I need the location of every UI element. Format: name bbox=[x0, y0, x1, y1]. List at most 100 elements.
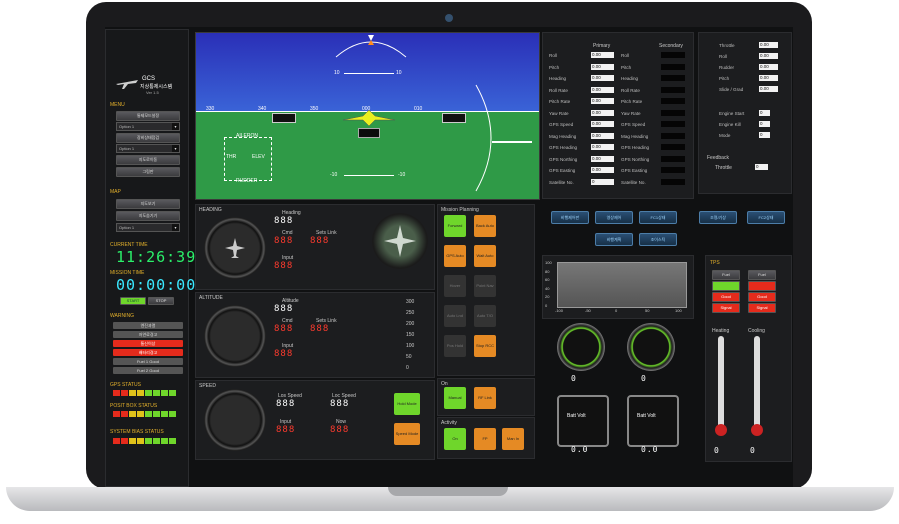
speed-gauge bbox=[204, 389, 266, 451]
row-label-secondary: GPS Heading bbox=[621, 145, 650, 150]
row-label: Pitch Rate bbox=[549, 99, 571, 104]
ctrl-value: 0.00 bbox=[759, 75, 778, 81]
ctrl-label: Throttle bbox=[719, 43, 735, 48]
engine-value: 0 bbox=[759, 110, 770, 116]
row-value: 0.00 bbox=[591, 132, 614, 139]
row-value-secondary bbox=[661, 121, 685, 127]
scale-tick: 200 bbox=[406, 321, 415, 327]
plot-y-tick: 60 bbox=[545, 277, 550, 283]
menu-btn-control-mode[interactable]: 통제모드설정 bbox=[116, 111, 180, 121]
mission-planning-title: Mission Planning bbox=[441, 207, 479, 213]
mission-planning-panel: Mission Planning Forward Back Auto GPS A… bbox=[437, 204, 535, 376]
on-btn-rf-link[interactable]: RF Link bbox=[474, 387, 496, 409]
pitch-line bbox=[344, 73, 394, 74]
mission-btn-forward[interactable]: Forward bbox=[444, 215, 466, 237]
combo-value: Option 1 bbox=[119, 146, 135, 151]
row-label: Yaw Rate bbox=[549, 110, 569, 116]
row-label-secondary: Roll bbox=[621, 53, 629, 58]
ctrl-label: Rudder bbox=[719, 65, 735, 70]
batt-value-2: 0.0 bbox=[641, 445, 659, 454]
mission-start-button[interactable]: START bbox=[120, 297, 146, 305]
rpm-gauge-1 bbox=[557, 323, 605, 371]
mission-btn-gps-auto[interactable]: GPS Auto bbox=[444, 245, 466, 267]
fc2-status-button[interactable]: FC2상태 bbox=[747, 211, 785, 224]
warning-title: WARNING bbox=[110, 313, 134, 319]
mission-btn-pos-hold[interactable]: Pos Hold bbox=[444, 335, 466, 357]
input-value: 888 bbox=[274, 261, 294, 271]
input-value: 888 bbox=[276, 425, 296, 435]
mission-stop-button[interactable]: STOP bbox=[148, 297, 174, 305]
pitch-tick: 10 bbox=[396, 70, 402, 76]
primary-header: Primary bbox=[593, 43, 611, 49]
joystick-button[interactable]: 조이스틱 bbox=[639, 233, 677, 246]
scale-tick: 250 bbox=[406, 310, 415, 316]
fc1-status-button[interactable]: FC1상태 bbox=[639, 211, 677, 224]
speed-mode-button[interactable]: Speed Mode bbox=[394, 423, 420, 445]
heading-value: 888 bbox=[274, 216, 294, 226]
flight-plan-button[interactable]: 비행계획 bbox=[595, 233, 633, 246]
mission-btn-stop-rcc[interactable]: Stop RCC bbox=[474, 335, 496, 357]
row-label-secondary: Pitch Rate bbox=[621, 99, 643, 104]
altitude-panel: ALTITUDE Altitude 888 Cmd Sets Link 888 … bbox=[195, 292, 435, 378]
mission-btn-hover[interactable]: Hover bbox=[444, 275, 466, 297]
heading-panel-title: HEADING bbox=[199, 207, 222, 213]
mission-btn-auto-to[interactable]: Auto T/O bbox=[474, 305, 496, 327]
mission-btn-auto-lnd[interactable]: Auto Lnd bbox=[444, 305, 466, 327]
menu-combo-1[interactable]: Option 1 ▾ bbox=[116, 122, 180, 131]
activity-btn-man-in[interactable]: Man In bbox=[502, 428, 524, 450]
trend-plot-panel: 100 80 60 40 20 0 -100 -50 0 50 100 bbox=[542, 255, 694, 319]
map-hide-button[interactable]: 지도숨기기 bbox=[116, 211, 180, 221]
row-value: 0.00 bbox=[591, 86, 614, 93]
row-value: 0 bbox=[591, 178, 614, 185]
bias-status-title: SYSTEM BIAS STATUS bbox=[110, 429, 164, 435]
combo-value: Option 1 bbox=[119, 225, 135, 230]
map-title: MAP bbox=[110, 189, 121, 195]
row-value: 0.00 bbox=[591, 109, 614, 116]
mission-btn-point-nav[interactable]: Point Nav bbox=[474, 275, 496, 297]
mission-btn-back-auto[interactable]: Back Auto bbox=[474, 215, 496, 237]
menu-combo-2[interactable]: Option 1 ▾ bbox=[116, 144, 180, 153]
batt-value-1: 0.0 bbox=[571, 445, 589, 454]
brand-en: GCS bbox=[142, 76, 156, 82]
elev-label: ELEV bbox=[252, 154, 265, 160]
activity-btn-fp[interactable]: FP bbox=[474, 428, 496, 450]
hold-mode-button[interactable]: Hold Mode bbox=[394, 393, 420, 415]
menu-btn-map-move[interactable]: 지도로이동 bbox=[116, 155, 180, 165]
chevron-down-icon: ▾ bbox=[172, 123, 179, 130]
row-label-secondary: GPS Easting bbox=[621, 168, 648, 173]
light-weather-button[interactable]: 조명/기상 bbox=[699, 211, 737, 224]
sidebar: GCS 지상통제시스템 Ver 1.5 MENU 통제모드설정 Option 1… bbox=[105, 29, 195, 487]
camera-icon bbox=[445, 14, 453, 22]
on-btn-manual[interactable]: Manual bbox=[444, 387, 466, 409]
row-label: Pitch bbox=[549, 64, 560, 70]
fuel-bar-1 bbox=[712, 281, 740, 291]
mission-time-display: 00:00:00 bbox=[116, 276, 197, 294]
engine-label: Engine Kill bbox=[719, 122, 741, 127]
input-value: 888 bbox=[274, 349, 294, 359]
heading-tick: 010 bbox=[414, 106, 423, 112]
mission-btn-wait-auto[interactable]: Wait Auto bbox=[474, 245, 496, 267]
sensor-data-table: Primary Secondary Roll 0.00 Roll Pitch 0.00 P… bbox=[542, 32, 694, 199]
cmd-value: 888 bbox=[274, 236, 294, 246]
pitch-tick: -10 bbox=[330, 172, 338, 178]
video-control-button[interactable]: 영상제어 bbox=[595, 211, 633, 224]
plot-y-tick: 40 bbox=[545, 285, 550, 291]
altitude-readout bbox=[442, 113, 466, 123]
on-panel: On Manual RF Link bbox=[437, 378, 535, 416]
flight-control-button[interactable]: 비행제어판 bbox=[551, 211, 589, 224]
activity-btn-on[interactable]: On bbox=[444, 428, 466, 450]
map-show-button[interactable]: 지도보기 bbox=[116, 199, 180, 209]
menu-title: MENU bbox=[110, 102, 125, 108]
cooling-label: Cooling bbox=[748, 328, 765, 334]
ctrl-value: 0.00 bbox=[759, 64, 778, 70]
scale-tick: 50 bbox=[406, 354, 412, 360]
row-label: GPS Heading bbox=[549, 145, 578, 150]
row-value-secondary bbox=[661, 155, 685, 162]
cmd-value: 888 bbox=[274, 324, 294, 334]
heading-tick: 330 bbox=[206, 106, 215, 112]
menu-btn-equip[interactable]: 장비상태점검 bbox=[116, 133, 180, 143]
row-value: 0.00 bbox=[591, 75, 614, 81]
map-combo[interactable]: Option 1 ▾ bbox=[116, 223, 180, 232]
heating-value: 0 bbox=[714, 446, 720, 455]
menu-btn-draw[interactable]: 그림판 bbox=[116, 167, 180, 177]
